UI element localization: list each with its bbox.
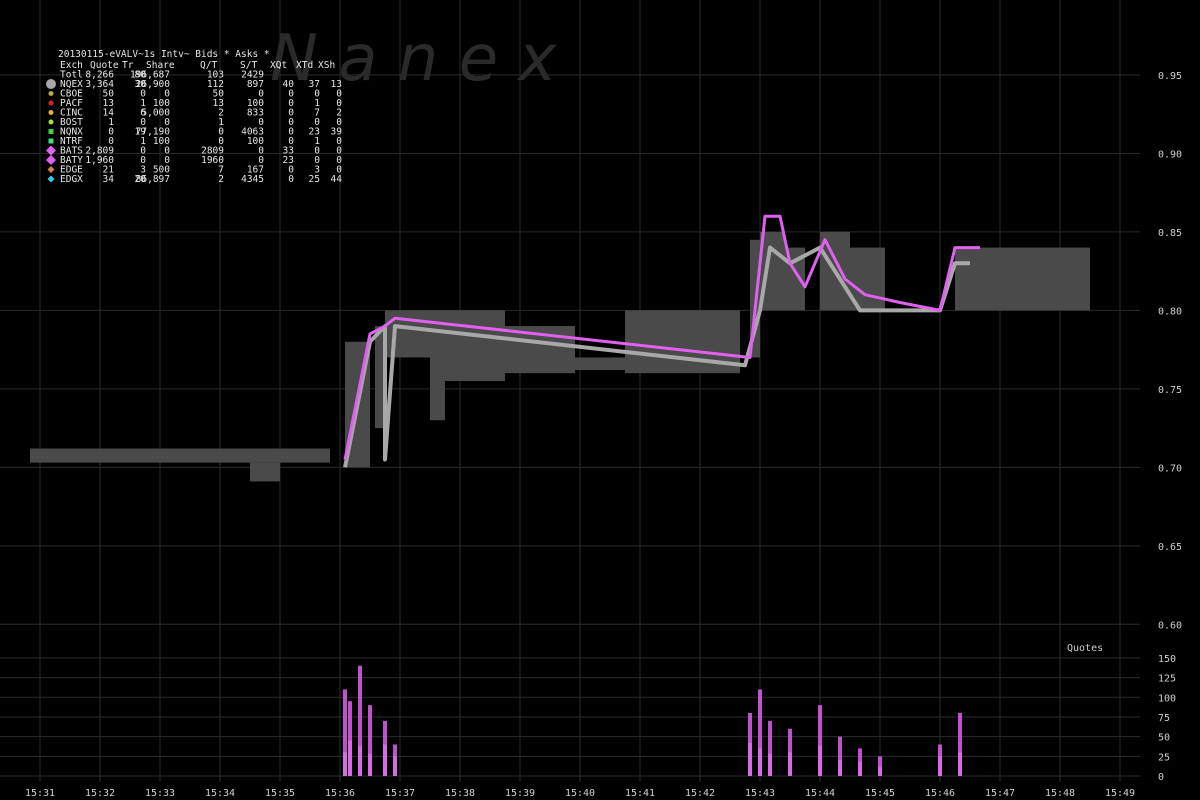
volume-tick-label: 25	[1158, 752, 1170, 763]
legend-marker-baty	[46, 155, 56, 165]
x-tick-label: 15:39	[505, 788, 535, 799]
legend-marker-edgx	[47, 175, 55, 183]
x-tick-label: 15:41	[625, 788, 655, 799]
volume-bar	[393, 744, 397, 776]
legend-marker-cboe	[48, 91, 54, 96]
nbbo-band	[320, 448, 330, 463]
quotes-label: Quotes	[1067, 643, 1103, 654]
nbbo-band	[575, 357, 625, 371]
x-tick-label: 15:46	[925, 788, 955, 799]
y-tick-label: 0.80	[1158, 306, 1182, 317]
y-tick-label: 0.70	[1158, 463, 1182, 474]
nbbo-band	[430, 310, 445, 421]
x-tick-label: 15:45	[865, 788, 895, 799]
volume-bar	[878, 756, 882, 776]
volume-bar	[383, 720, 387, 776]
nbbo-band	[445, 310, 505, 382]
legend-marker-bost	[48, 119, 54, 125]
volume-bar	[958, 713, 962, 776]
legend-cell: 25	[309, 174, 320, 185]
y-tick-label: 0.60	[1158, 620, 1182, 631]
x-tick-label: 15:42	[685, 788, 715, 799]
legend-cell: 86,897	[136, 174, 170, 185]
legend-marker-ntrf	[48, 138, 54, 144]
legend-header: XTd	[296, 60, 313, 71]
volume-tick-label: 75	[1158, 713, 1170, 724]
nbbo-band	[955, 247, 1090, 311]
x-tick-label: 15:33	[145, 788, 175, 799]
nbbo-band	[30, 448, 320, 463]
volume-bar	[858, 748, 862, 776]
x-tick-label: 15:48	[1045, 788, 1075, 799]
volume-tick-label: 0	[1158, 772, 1164, 783]
volume-bar	[768, 720, 772, 776]
legend-header: XQt	[270, 60, 287, 71]
y-tick-label: 0.95	[1158, 71, 1182, 82]
legend-cell: 2	[218, 174, 224, 185]
legend-header: XSh	[318, 60, 335, 71]
x-tick-label: 15:47	[985, 788, 1015, 799]
nbbo-band	[250, 462, 280, 482]
x-tick-label: 15:31	[25, 788, 55, 799]
x-tick-label: 15:34	[205, 788, 235, 799]
y-tick-labels: 0.60 0.65 0.70 0.75 0.80 0.85 0.90 0.95 0 25 50 75 1…	[1158, 71, 1182, 783]
legend-cell: 34	[103, 174, 115, 185]
x-tick-label: 15:32	[85, 788, 115, 799]
legend: 20130115-eVALV~1s Intv~ Bids * Asks * Ex…	[46, 49, 342, 185]
legend-cell: 4345	[241, 174, 264, 185]
x-tick-label: 15:36	[325, 788, 355, 799]
legend-marker-edge	[47, 166, 55, 173]
grid-lines	[0, 0, 1140, 782]
y-tick-label: 0.90	[1158, 149, 1182, 160]
x-tick-label: 15:43	[745, 788, 775, 799]
nanex-chart: N a n e x 15:31 15:32 15:33 15:34 15:35 15:36…	[0, 0, 1182, 799]
volume-bar	[938, 744, 942, 776]
x-tick-label: 15:40	[565, 788, 595, 799]
x-tick-label: 15:49	[1105, 788, 1135, 799]
volume-bar	[758, 689, 762, 776]
legend-cell: 44	[331, 174, 343, 185]
legend-cell: 0	[288, 174, 294, 185]
quote-bars	[343, 665, 962, 776]
volume-bar	[348, 701, 352, 776]
volume-bar	[368, 705, 372, 776]
volume-bar	[748, 713, 752, 776]
volume-bar	[343, 689, 347, 776]
x-tick-label: 15:44	[805, 788, 835, 799]
y-tick-label: 0.85	[1158, 228, 1182, 239]
y-tick-label: 0.75	[1158, 385, 1182, 396]
y-tick-label: 0.65	[1158, 542, 1182, 553]
legend-marker-cinc	[48, 110, 54, 115]
chart-title: 20130115-eVALV~1s Intv~ Bids * Asks *	[58, 49, 270, 60]
volume-bar	[838, 736, 842, 776]
legend-marker-nqnx	[48, 129, 54, 134]
legend-marker-nqex	[46, 79, 56, 89]
x-tick-labels: 15:31 15:32 15:33 15:34 15:35 15:36 15:37 15:38…	[25, 788, 1135, 799]
volume-tick-label: 125	[1158, 674, 1176, 685]
volume-bar	[818, 705, 822, 776]
volume-bar	[788, 728, 792, 776]
x-tick-label: 15:37	[385, 788, 415, 799]
legend-marker-bats	[46, 145, 56, 156]
nbbo-bands	[30, 231, 1090, 482]
volume-tick-label: 150	[1158, 654, 1176, 665]
legend-exchange: EDGX	[60, 174, 83, 185]
volume-tick-label: 50	[1158, 733, 1170, 744]
legend-marker-pacf	[48, 100, 54, 106]
x-tick-label: 15:38	[445, 788, 475, 799]
volume-bar	[358, 665, 362, 776]
x-tick-label: 15:35	[265, 788, 295, 799]
volume-tick-label: 100	[1158, 693, 1176, 704]
